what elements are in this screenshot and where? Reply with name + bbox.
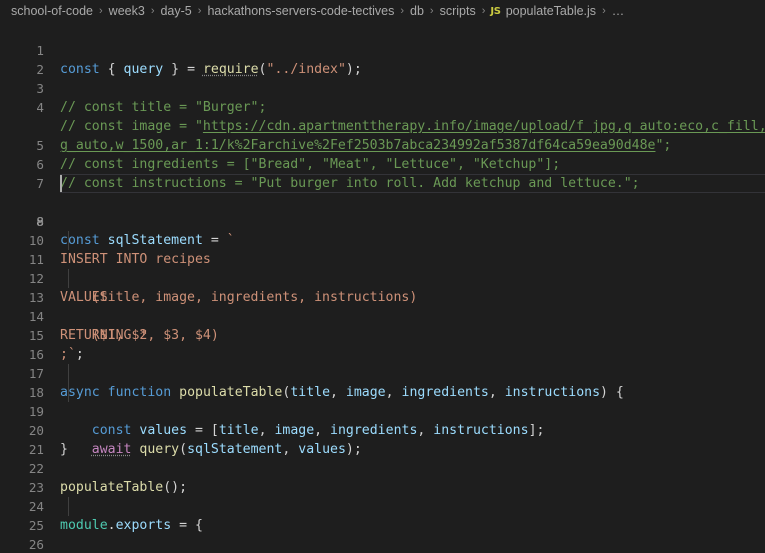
- breadcrumb-item-day-5[interactable]: day-5: [159, 4, 192, 18]
- code-line[interactable]: 14 RETURNING *: [0, 288, 765, 343]
- code-line[interactable]: 21: [0, 421, 765, 457]
- indent-guide: [68, 231, 69, 250]
- breadcrumb-separator-icon: ›: [602, 5, 606, 17]
- code-line[interactable]: 18 const values = [title, image, ingredi…: [0, 364, 765, 438]
- code-line[interactable]: 15 ;`;: [0, 307, 765, 362]
- breadcrumb-separator-icon: ›: [429, 5, 434, 17]
- breadcrumb-separator-icon: ›: [481, 5, 486, 17]
- code-line[interactable]: 9 const sqlStatement = `: [0, 193, 765, 248]
- breadcrumb-item-hackathons-servers-code-tectives[interactable]: hackathons-servers-code-tectives: [206, 4, 395, 18]
- code-line-active[interactable]: 8: [0, 174, 765, 229]
- code-line[interactable]: 1 const { query } = require("../index");: [0, 22, 765, 77]
- breadcrumb-item-school-of-code[interactable]: school-of-code: [10, 4, 94, 18]
- code-line[interactable]: 25 populateTable: [0, 497, 765, 533]
- code-line[interactable]: 16: [0, 326, 765, 362]
- code-line[interactable]: 5 // const ingredients = ["Bread", "Meat…: [0, 117, 765, 172]
- code-line[interactable]: 23: [0, 459, 765, 495]
- code-line[interactable]: 17 async function populateTable(title, i…: [0, 345, 765, 400]
- line-number: 26: [28, 537, 44, 552]
- code-line-wrapped[interactable]: g_auto,w_1500,ar_1:1/k%2Farchive%2Fef250…: [0, 98, 765, 153]
- indent-guide: [68, 497, 69, 516]
- code-line[interactable]: 7: [0, 155, 765, 191]
- breadcrumb-separator-icon: ›: [150, 5, 155, 17]
- code-line[interactable]: 10 INSERT INTO recipes: [0, 212, 765, 267]
- code-line[interactable]: 3 // const title = "Burger";: [0, 60, 765, 115]
- code-line[interactable]: 26 }: [0, 516, 765, 552]
- breadcrumb-separator-icon: ›: [99, 5, 103, 17]
- code-line[interactable]: 4 // const image = "https://cdn.apartmen…: [0, 79, 765, 134]
- text-cursor: [60, 175, 62, 192]
- indent-guide: [68, 364, 69, 383]
- breadcrumb-item-db[interactable]: db: [409, 4, 425, 18]
- breadcrumb-item-week3[interactable]: week3: [108, 4, 146, 18]
- breadcrumb-item-populateTable-js[interactable]: populateTable.js: [505, 4, 597, 18]
- code-line[interactable]: 19 await query(sqlStatement, values);: [0, 383, 765, 457]
- breadcrumb-item-scripts[interactable]: scripts: [439, 4, 477, 18]
- code-line[interactable]: 13 ($1, $2, $3, $4): [0, 269, 765, 343]
- breadcrumb-item-overflow-ellipsis[interactable]: …: [611, 4, 626, 18]
- code-line[interactable]: 20 }: [0, 402, 765, 457]
- code-line[interactable]: 6 // const instructions = "Put burger in…: [0, 136, 765, 191]
- breadcrumb: school-of-code › week3 › day-5 › hackath…: [0, 0, 765, 22]
- code-line[interactable]: 11 (title, image, ingredients, instructi…: [0, 231, 765, 305]
- code-line[interactable]: 2: [0, 41, 765, 77]
- code-line[interactable]: 12 VALUES: [0, 250, 765, 305]
- indent-guide: [68, 269, 69, 288]
- breadcrumb-separator-icon: ›: [197, 5, 202, 17]
- code-line[interactable]: 24 module.exports = {: [0, 478, 765, 533]
- active-line-highlight: [60, 174, 765, 193]
- code-line[interactable]: 22 populateTable();: [0, 440, 765, 495]
- javascript-file-icon: JS: [490, 5, 501, 17]
- indent-guide: [68, 383, 69, 402]
- breadcrumb-separator-icon: ›: [400, 5, 404, 17]
- code-editor[interactable]: 1 const { query } = require("../index");…: [0, 22, 765, 553]
